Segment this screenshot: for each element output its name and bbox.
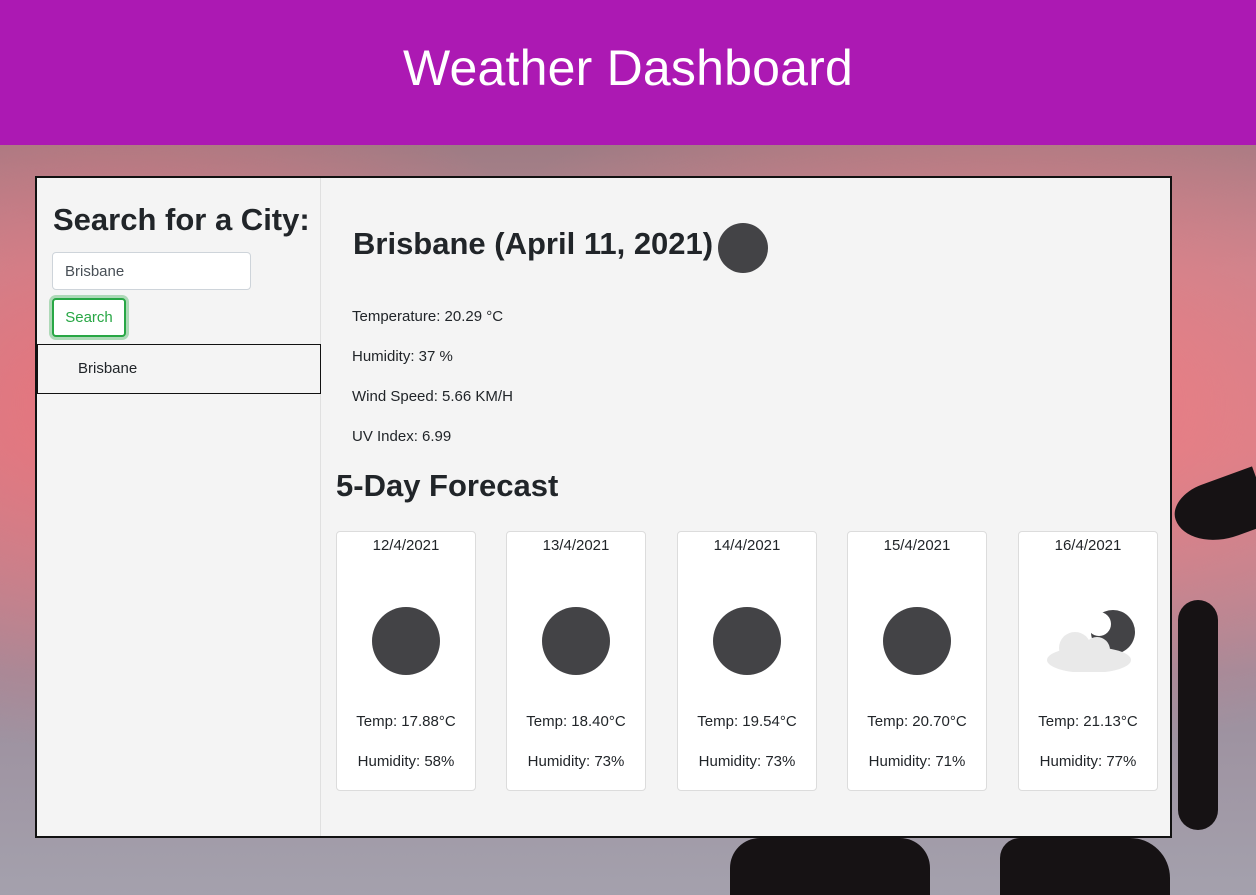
current-wind-speed: Wind Speed: 5.66 KM/H	[352, 388, 513, 405]
app-title: Weather Dashboard	[403, 39, 853, 96]
forecast-humidity: Humidity: 73%	[698, 753, 796, 770]
forecast-date: 13/4/2021	[542, 537, 610, 554]
cloud-moon-icon	[1047, 610, 1135, 672]
forecast-humidity: Humidity: 77%	[1039, 753, 1137, 770]
current-temperature: Temperature: 20.29 °C	[352, 308, 504, 325]
background-silhouette-1	[1167, 466, 1256, 554]
forecast-card: 14/4/2021 Temp: 19.54°C Humidity: 73%	[677, 531, 817, 791]
forecast-card: 12/4/2021 Temp: 17.88°C Humidity: 58%	[336, 531, 476, 791]
current-humidity: Humidity: 37 %	[352, 348, 453, 365]
search-heading: Search for a City:	[53, 202, 310, 237]
dark-circle-icon	[542, 607, 610, 675]
search-button[interactable]: Search	[52, 298, 126, 337]
forecast-card: 15/4/2021 Temp: 20.70°C Humidity: 71%	[847, 531, 987, 791]
weather-main: Brisbane (April 11, 2021) Temperature: 2…	[321, 178, 1172, 836]
background-silhouette-4	[1000, 838, 1170, 895]
background-silhouette-2	[1178, 600, 1218, 830]
forecast-date: 16/4/2021	[1054, 537, 1122, 554]
forecast-temp: Temp: 21.13°C	[1038, 713, 1138, 730]
app-header: Weather Dashboard	[0, 0, 1256, 145]
forecast-humidity: Humidity: 71%	[868, 753, 966, 770]
forecast-date: 15/4/2021	[883, 537, 951, 554]
forecast-humidity: Humidity: 58%	[357, 753, 455, 770]
dark-circle-icon	[883, 607, 951, 675]
forecast-temp: Temp: 19.54°C	[697, 713, 797, 730]
dark-circle-icon	[372, 607, 440, 675]
history-item-brisbane[interactable]: Brisbane	[78, 345, 137, 393]
forecast-temp: Temp: 18.40°C	[526, 713, 626, 730]
current-uv-index: UV Index: 6.99	[352, 428, 452, 445]
dashboard-panel: Search for a City: Search Brisbane Brisb…	[35, 176, 1172, 838]
forecast-card: 13/4/2021 Temp: 18.40°C Humidity: 73%	[506, 531, 646, 791]
forecast-humidity: Humidity: 73%	[527, 753, 625, 770]
background-silhouette-3	[730, 838, 930, 895]
forecast-temp: Temp: 20.70°C	[867, 713, 967, 730]
current-weather-icon	[718, 223, 768, 273]
forecast-heading: 5-Day Forecast	[336, 468, 559, 503]
city-search-input[interactable]	[52, 252, 251, 290]
search-history-list: Brisbane	[37, 344, 321, 394]
search-sidebar: Search for a City: Search Brisbane	[37, 178, 321, 836]
dark-circle-icon	[713, 607, 781, 675]
forecast-temp: Temp: 17.88°C	[356, 713, 456, 730]
forecast-date: 14/4/2021	[713, 537, 781, 554]
forecast-card: 16/4/2021 Temp: 21.13°C Humidity: 77%	[1018, 531, 1158, 791]
current-city-title: Brisbane (April 11, 2021)	[353, 226, 714, 261]
forecast-date: 12/4/2021	[372, 537, 440, 554]
